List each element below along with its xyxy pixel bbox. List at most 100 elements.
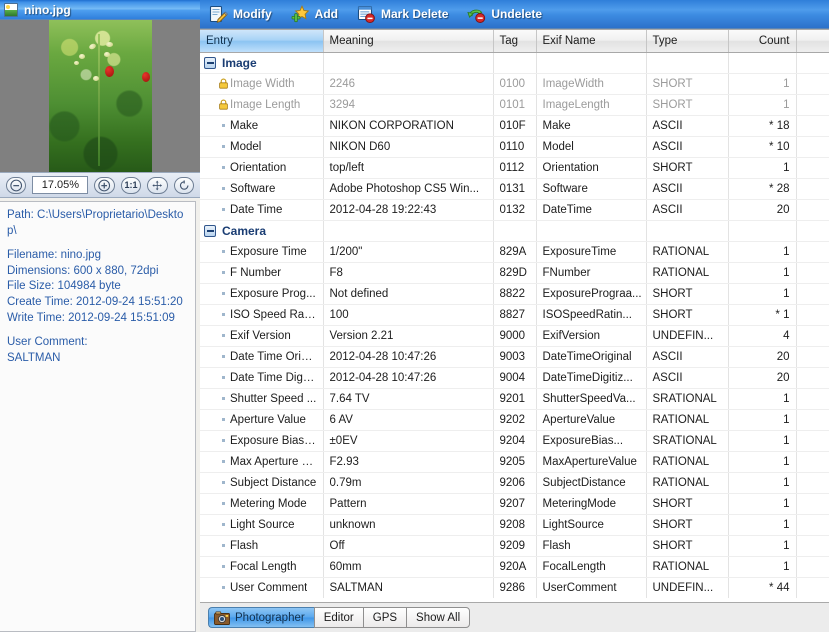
type-cell[interactable]: SHORT xyxy=(646,304,729,326)
exif-name-cell[interactable]: Software xyxy=(536,178,647,200)
exif-name-cell[interactable]: ExposurePrograa... xyxy=(536,283,647,305)
type-cell[interactable]: ASCII xyxy=(646,199,729,221)
table-row[interactable]: Image Width 2246 0100 ImageWidth SHORT 1 xyxy=(200,73,829,95)
entry-cell[interactable]: Model xyxy=(200,136,324,158)
count-cell[interactable]: 1 xyxy=(728,94,797,116)
exif-name-cell[interactable]: SubjectDistance xyxy=(536,472,647,494)
tag-cell[interactable]: 9003 xyxy=(493,346,537,368)
type-cell[interactable]: ASCII xyxy=(646,115,729,137)
type-cell[interactable]: ASCII xyxy=(646,178,729,200)
tag-cell[interactable]: 9209 xyxy=(493,535,537,557)
count-cell[interactable]: 1 xyxy=(728,493,797,515)
entry-cell[interactable]: Software xyxy=(200,178,324,200)
type-cell[interactable]: RATIONAL xyxy=(646,451,729,473)
meaning-cell[interactable]: F8 xyxy=(323,262,494,284)
tag-cell[interactable]: 9202 xyxy=(493,409,537,431)
entry-cell[interactable]: Image Width xyxy=(200,73,324,95)
count-cell[interactable]: 1 xyxy=(728,472,797,494)
tag-cell[interactable]: 0131 xyxy=(493,178,537,200)
exif-name-cell[interactable]: ISOSpeedRatin... xyxy=(536,304,647,326)
exif-name-cell[interactable]: ExifVersion xyxy=(536,325,647,347)
table-row[interactable]: Max Aperture Va... F2.93 9205 MaxApertureVa… xyxy=(200,451,829,473)
meaning-cell[interactable]: 2246 xyxy=(323,73,494,95)
meaning-cell[interactable]: Version 2.21 xyxy=(323,325,494,347)
column-header-meaning[interactable]: Meaning xyxy=(323,30,494,53)
tab-show-all[interactable]: Show All xyxy=(406,607,471,628)
count-cell[interactable]: 20 xyxy=(728,367,797,389)
tag-cell[interactable]: 829D xyxy=(493,262,537,284)
type-cell[interactable]: SHORT xyxy=(646,493,729,515)
exif-name-cell[interactable]: LightSource xyxy=(536,514,647,536)
count-cell[interactable]: 1 xyxy=(728,388,797,410)
table-row[interactable]: Shutter Speed ... 7.64 TV 9201 ShutterSpeed… xyxy=(200,388,829,410)
type-cell[interactable]: RATIONAL xyxy=(646,409,729,431)
modify-button[interactable]: Modify xyxy=(206,2,282,27)
fit-to-window-button[interactable] xyxy=(147,176,168,194)
type-cell[interactable]: SHORT xyxy=(646,157,729,179)
meaning-cell[interactable]: SALTMAN xyxy=(323,577,494,598)
exif-name-cell[interactable]: Model xyxy=(536,136,647,158)
meaning-cell[interactable]: NIKON CORPORATION xyxy=(323,115,494,137)
meaning-cell[interactable]: 6 AV xyxy=(323,409,494,431)
count-cell[interactable]: 1 xyxy=(728,157,797,179)
type-cell[interactable]: RATIONAL xyxy=(646,472,729,494)
entry-cell[interactable]: Orientation xyxy=(200,157,324,179)
table-row[interactable]: Date Time Orig... 2012-04-28 10:47:26 9003… xyxy=(200,346,829,368)
meaning-cell[interactable]: 1/200" xyxy=(323,241,494,263)
zoom-level-field[interactable]: 17.05% xyxy=(32,176,89,194)
table-row[interactable]: Exposure Time 1/200" 829A ExposureTime RATIO… xyxy=(200,241,829,263)
table-row[interactable]: Image Length 3294 0101 ImageLength SHORT 1 xyxy=(200,94,829,116)
exif-name-cell[interactable]: ApertureValue xyxy=(536,409,647,431)
group-entry-cell[interactable]: Camera xyxy=(200,220,324,242)
table-row[interactable]: Flash Off 9209 Flash SHORT 1 xyxy=(200,535,829,557)
entry-cell[interactable]: Flash xyxy=(200,535,324,557)
table-row[interactable]: Exif Version Version 2.21 9000 ExifVersion U… xyxy=(200,325,829,347)
entry-cell[interactable]: Shutter Speed ... xyxy=(200,388,324,410)
count-cell[interactable]: 4 xyxy=(728,325,797,347)
entry-cell[interactable]: Date Time Digit... xyxy=(200,367,324,389)
table-row[interactable]: Light Source unknown 9208 LightSource SHORT 1 xyxy=(200,514,829,536)
table-row[interactable]: User Comment SALTMAN 9286 UserComment UNDEFI… xyxy=(200,577,829,598)
entry-cell[interactable]: Exposure Time xyxy=(200,241,324,263)
tag-cell[interactable]: 9208 xyxy=(493,514,537,536)
count-cell[interactable]: * 1 xyxy=(728,304,797,326)
exif-name-cell[interactable]: ExposureTime xyxy=(536,241,647,263)
meaning-cell[interactable]: NIKON D60 xyxy=(323,136,494,158)
meaning-cell[interactable]: 2012-04-28 10:47:26 xyxy=(323,346,494,368)
table-row[interactable]: Make NIKON CORPORATION 010F Make ASCII * 18 xyxy=(200,115,829,137)
count-cell[interactable]: * 10 xyxy=(728,136,797,158)
table-row[interactable]: Aperture Value 6 AV 9202 ApertureValue RATIO… xyxy=(200,409,829,431)
type-cell[interactable]: ASCII xyxy=(646,346,729,368)
type-cell[interactable]: UNDEFIN... xyxy=(646,325,729,347)
type-cell[interactable]: UNDEFIN... xyxy=(646,577,729,598)
entry-cell[interactable]: Date Time Orig... xyxy=(200,346,324,368)
exif-name-cell[interactable]: MeteringMode xyxy=(536,493,647,515)
tag-cell[interactable]: 9286 xyxy=(493,577,537,598)
meaning-cell[interactable]: 3294 xyxy=(323,94,494,116)
count-cell[interactable]: 1 xyxy=(728,283,797,305)
entry-cell[interactable]: Exif Version xyxy=(200,325,324,347)
entry-cell[interactable]: Aperture Value xyxy=(200,409,324,431)
meaning-cell[interactable]: 2012-04-28 10:47:26 xyxy=(323,367,494,389)
count-cell[interactable]: 1 xyxy=(728,73,797,95)
exif-name-cell[interactable]: Orientation xyxy=(536,157,647,179)
count-cell[interactable]: 20 xyxy=(728,346,797,368)
entry-cell[interactable]: Image Length xyxy=(200,94,324,116)
count-cell[interactable]: 1 xyxy=(728,535,797,557)
collapse-toggle-icon[interactable] xyxy=(204,56,216,69)
exif-name-cell[interactable]: ShutterSpeedVa... xyxy=(536,388,647,410)
count-cell[interactable]: * 18 xyxy=(728,115,797,137)
meaning-cell[interactable]: unknown xyxy=(323,514,494,536)
add-button[interactable]: Add xyxy=(288,2,348,27)
table-row[interactable]: Model NIKON D60 0110 Model ASCII * 10 xyxy=(200,136,829,158)
table-row[interactable]: Software Adobe Photoshop CS5 Win... 0131 So… xyxy=(200,178,829,200)
tag-cell[interactable]: 0112 xyxy=(493,157,537,179)
collapse-toggle-icon[interactable] xyxy=(204,224,216,237)
tag-cell[interactable]: 9206 xyxy=(493,472,537,494)
entry-cell[interactable]: Max Aperture Va... xyxy=(200,451,324,473)
type-cell[interactable]: RATIONAL xyxy=(646,241,729,263)
type-cell[interactable]: RATIONAL xyxy=(646,262,729,284)
mark-delete-button[interactable]: Mark Delete xyxy=(354,2,458,27)
tag-cell[interactable]: 8822 xyxy=(493,283,537,305)
exif-name-cell[interactable]: ImageWidth xyxy=(536,73,647,95)
